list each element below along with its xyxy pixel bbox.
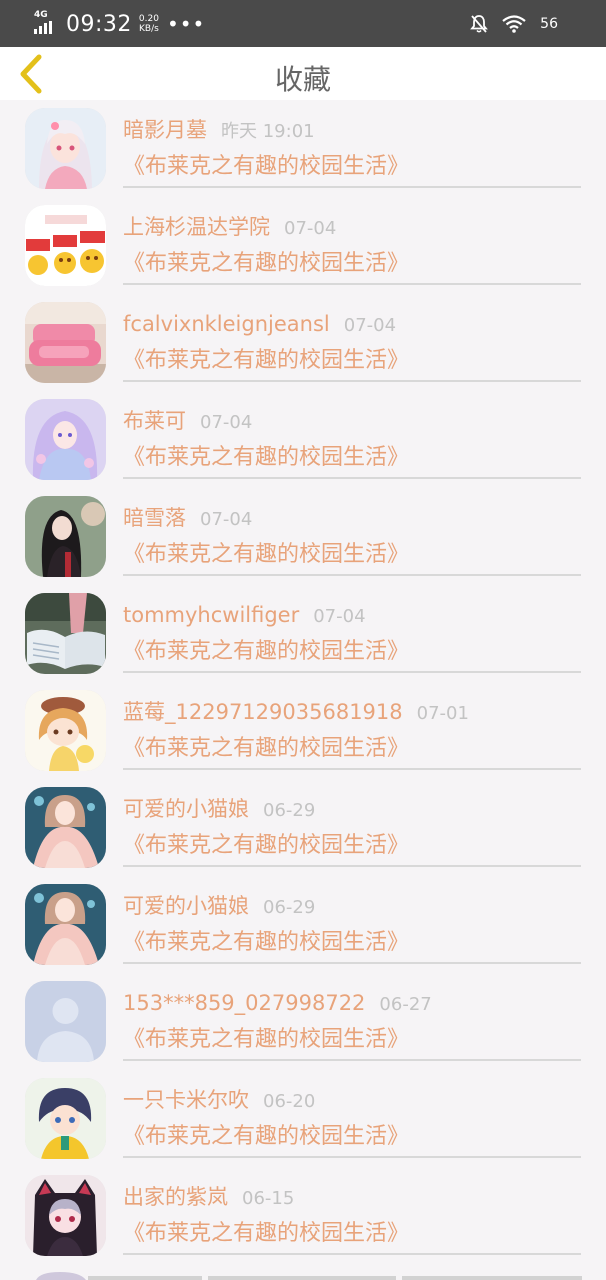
status-bar: 4G 09:32 0.20 KB/s ••• 56 (0, 0, 606, 47)
book-title[interactable]: 《布莱克之有趣的校园生活》 (123, 1122, 409, 1152)
divider (123, 380, 581, 382)
timestamp: 06-29 (263, 897, 316, 918)
timestamp: 07-01 (416, 703, 469, 724)
divider (123, 574, 581, 576)
book-title[interactable]: 《布莱克之有趣的校园生活》 (123, 346, 409, 376)
page-title: 收藏 (274, 63, 331, 96)
username[interactable]: 暗影月墓 (123, 118, 207, 142)
avatar[interactable] (25, 1078, 106, 1159)
clock: 09:32 (66, 11, 132, 37)
list-item[interactable]: 暗雪落 07-04 《布莱克之有趣的校园生活》 (0, 488, 606, 585)
book-title[interactable]: 《布莱克之有趣的校园生活》 (123, 249, 409, 279)
anime-girl-teal-icon (25, 787, 106, 868)
anime-girl-teal-icon (25, 884, 106, 965)
book-title[interactable]: 《布莱克之有趣的校园生活》 (123, 443, 409, 473)
book-title[interactable]: 《布莱克之有趣的校园生活》 (123, 637, 409, 667)
timestamp: 07-04 (343, 315, 397, 336)
username[interactable]: 可爱的小猫娘 (123, 894, 249, 918)
book-title[interactable]: 《布莱克之有趣的校园生活》 (123, 540, 409, 570)
more-notifications-icon: ••• (166, 12, 206, 36)
header: 收藏 (0, 47, 606, 100)
book-title[interactable]: 《布莱克之有趣的校园生活》 (123, 928, 409, 958)
list-item[interactable]: 上海杉温达学院 07-04 《布莱克之有趣的校园生活》 (0, 197, 606, 294)
avatar[interactable] (25, 399, 106, 480)
list-item[interactable]: 蓝莓_1229712903568191​8 07-01 《布莱克之有趣的校园生活》 (0, 682, 606, 779)
book-title[interactable]: 《布莱克之有趣的校园生活》 (123, 734, 409, 764)
avatar[interactable] (25, 787, 106, 868)
speed-unit: KB/s (139, 24, 159, 34)
timestamp: 07-04 (200, 509, 253, 530)
list-item[interactable]: 出家的紫岚 06-15 《布莱克之有趣的校园生活》 (0, 1167, 606, 1264)
pink-sofa-icon (25, 302, 106, 383)
anime-girl-cat-hood-icon (25, 1175, 106, 1256)
anime-girl-lavender-icon (25, 399, 106, 480)
timestamp: 07-04 (284, 218, 337, 239)
list-item[interactable]: 153***859_027998722 06-27 《布莱克之有趣的校园生活》 (0, 973, 606, 1070)
timestamp: 06-29 (263, 800, 316, 821)
anime-boy-yellow-icon (25, 1078, 106, 1159)
book-title[interactable]: 《布莱克之有趣的校园生活》 (123, 831, 409, 861)
book-title[interactable]: 《布莱克之有趣的校园生活》 (123, 1025, 409, 1055)
list-item[interactable]: 可爱的小猫娘 06-29 《布莱克之有趣的校园生活》 (0, 876, 606, 973)
list-item[interactable]: 一只卡米尔吹 06-20 《布莱克之有趣的校园生活》 (0, 1070, 606, 1167)
divider (123, 962, 581, 964)
list-item[interactable]: 暗影月墓 昨天 19:01 《布莱克之有趣的校园生活》 (0, 100, 606, 197)
speed-value: 0.20 (138, 14, 159, 24)
anime-girl-pink-icon (25, 108, 106, 189)
username[interactable]: 一只卡米尔吹 (123, 1088, 249, 1112)
avatar[interactable] (25, 690, 106, 771)
username[interactable]: 暗雪落 (123, 506, 186, 530)
username[interactable]: fcalvixnkleignjeansl (123, 312, 330, 336)
divider (123, 865, 581, 867)
avatar[interactable] (25, 205, 106, 286)
avatar[interactable] (25, 496, 106, 577)
timestamp: 06-27 (379, 994, 432, 1015)
list-item[interactable]: fcalvixnkleignjeansl 07-04 《布莱克之有趣的校园生活》 (0, 294, 606, 391)
username[interactable]: 出家的紫岚 (123, 1185, 228, 1209)
avatar[interactable] (25, 108, 106, 189)
mute-bell-icon (470, 15, 489, 33)
list-item[interactable]: tommyhcwilfiger 07-04 《布莱克之有趣的校园生活》 (0, 585, 606, 682)
timestamp: 06-20 (263, 1091, 316, 1112)
divider (123, 477, 581, 479)
dark-hair-girl-icon (25, 496, 106, 577)
book-title[interactable]: 《布莱克之有趣的校园生活》 (123, 1219, 409, 1249)
divider (123, 1253, 581, 1255)
open-book-icon (25, 593, 106, 674)
username[interactable]: 可爱的小猫娘 (123, 797, 249, 821)
divider (123, 1156, 581, 1158)
timestamp: 07-04 (200, 412, 253, 433)
network-speed: 0.20 KB/s (139, 14, 159, 34)
default-user-icon (25, 981, 106, 1062)
avatar[interactable] (25, 981, 106, 1062)
list-item[interactable]: 布莱可 07-04 《布莱克之有趣的校园生活》 (0, 391, 606, 488)
divider (123, 283, 581, 285)
divider (123, 768, 581, 770)
avatar[interactable] (25, 1175, 106, 1256)
okay-emoji-sticker-icon (25, 205, 106, 286)
wifi-icon (502, 15, 526, 33)
username[interactable]: 蓝莓_1229712903568191​8 (123, 700, 403, 724)
favorites-list: 暗影月墓 昨天 19:01 《布莱克之有趣的校园生活》 上海杉温达学院 07-04 … (0, 100, 606, 1280)
timestamp: 06-15 (242, 1188, 295, 1209)
network-type: 4G (34, 10, 48, 20)
timestamp: 昨天 19:01 (221, 121, 315, 142)
divider (123, 1059, 581, 1061)
username[interactable]: 153***859_027998722 (123, 991, 365, 1015)
avatar[interactable] (25, 593, 106, 674)
divider (123, 671, 581, 673)
chibi-girl-beret-icon (25, 690, 106, 771)
signal-icon: 4G (34, 10, 60, 36)
avatar[interactable] (25, 302, 106, 383)
username[interactable]: 布莱可 (123, 409, 186, 433)
book-title[interactable]: 《布莱克之有趣的校园生活》 (123, 152, 409, 182)
username[interactable]: tommyhcwilfiger (123, 603, 299, 627)
next-row-peek (36, 1272, 582, 1280)
divider (123, 186, 581, 188)
timestamp: 07-04 (313, 606, 366, 627)
avatar[interactable] (25, 884, 106, 965)
battery-level: 56 (540, 16, 558, 32)
list-item[interactable]: 可爱的小猫娘 06-29 《布莱克之有趣的校园生活》 (0, 779, 606, 876)
username[interactable]: 上海杉温达学院 (123, 215, 270, 239)
